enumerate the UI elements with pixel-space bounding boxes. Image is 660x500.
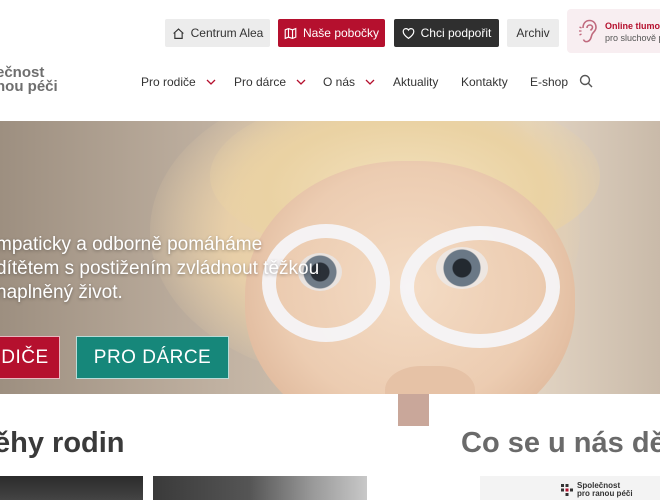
- tlumocnik-title: Online tlumočer: [605, 21, 660, 31]
- nase-pobocky-button[interactable]: Naše pobočky: [278, 19, 385, 47]
- ear-icon: [579, 19, 597, 43]
- centrum-alea-button[interactable]: Centrum Alea: [165, 19, 270, 47]
- archiv-button[interactable]: Archiv: [507, 19, 559, 47]
- chevron-down-icon: [206, 79, 216, 85]
- story-thumbnail[interactable]: [0, 476, 143, 500]
- pro-rodice-cta-button[interactable]: DIČE: [0, 336, 60, 379]
- centrum-alea-label: Centrum Alea: [190, 26, 264, 40]
- hero-headline: mpaticky a odborně pomáháme dítětem s po…: [0, 233, 319, 305]
- logo-line-2: nou péči: [0, 78, 58, 95]
- nav-item-e-shop[interactable]: E-shop: [530, 74, 568, 90]
- heart-icon: [402, 27, 415, 39]
- organization-logo-text: Společnost pro ranou péči: [577, 482, 633, 498]
- chevron-down-icon: [296, 79, 306, 85]
- nav-item-label: Kontakty: [461, 75, 508, 89]
- co-se-deje-heading: Co se u nás děj: [461, 427, 660, 459]
- hero-line-1: mpaticky a odborně pomáháme: [0, 234, 263, 255]
- chci-podporit-button[interactable]: Chci podpořit: [394, 19, 499, 47]
- archiv-label: Archiv: [516, 26, 550, 40]
- nav-item-kontakty[interactable]: Kontakty: [461, 74, 508, 90]
- story-thumbnail[interactable]: [153, 476, 367, 500]
- chci-podporit-label: Chci podpořit: [420, 26, 492, 40]
- hero-photo-eye-right: [436, 247, 488, 289]
- hero-line-3: naplněný život.: [0, 282, 123, 303]
- mini-logo-line-2: pro ranou péči: [577, 489, 633, 498]
- tlumocnik-subtitle: pro sluchově po: [605, 33, 660, 43]
- pribehy-rodin-heading: ěhy rodin: [0, 427, 125, 459]
- search-icon[interactable]: [579, 74, 593, 88]
- map-icon: [284, 27, 297, 39]
- decorative-accent-block: [398, 394, 429, 426]
- online-tlumocnik-link[interactable]: Online tlumočer pro sluchově po: [567, 9, 660, 53]
- nav-item-label: O nás: [323, 75, 356, 89]
- chevron-down-icon: [365, 79, 375, 85]
- nav-item-label: Aktuality: [393, 75, 439, 89]
- nav-item-label: Pro dárce: [234, 75, 287, 89]
- nav-item-label: Pro rodiče: [141, 75, 196, 89]
- pro-darce-cta-button[interactable]: PRO DÁRCE: [76, 336, 229, 379]
- organization-logo-icon: [561, 484, 573, 496]
- home-icon: [172, 27, 184, 39]
- nav-item-pro-darce[interactable]: Pro dárce: [234, 74, 306, 90]
- hero-banner: mpaticky a odborně pomáháme dítětem s po…: [0, 121, 660, 394]
- nav-item-aktuality[interactable]: Aktuality: [393, 74, 438, 90]
- nav-item-label: E-shop: [530, 75, 569, 89]
- site-logo[interactable]: ečnost nou péči: [0, 65, 58, 95]
- nav-item-o-nas[interactable]: O nás: [323, 74, 375, 90]
- nase-pobocky-label: Naše pobočky: [302, 26, 380, 40]
- hero-line-2: dítětem s postižením zvládnout těžkou: [0, 258, 320, 279]
- hero-photo-glasses-right: [400, 226, 560, 348]
- nav-item-pro-rodice[interactable]: Pro rodiče: [141, 74, 216, 90]
